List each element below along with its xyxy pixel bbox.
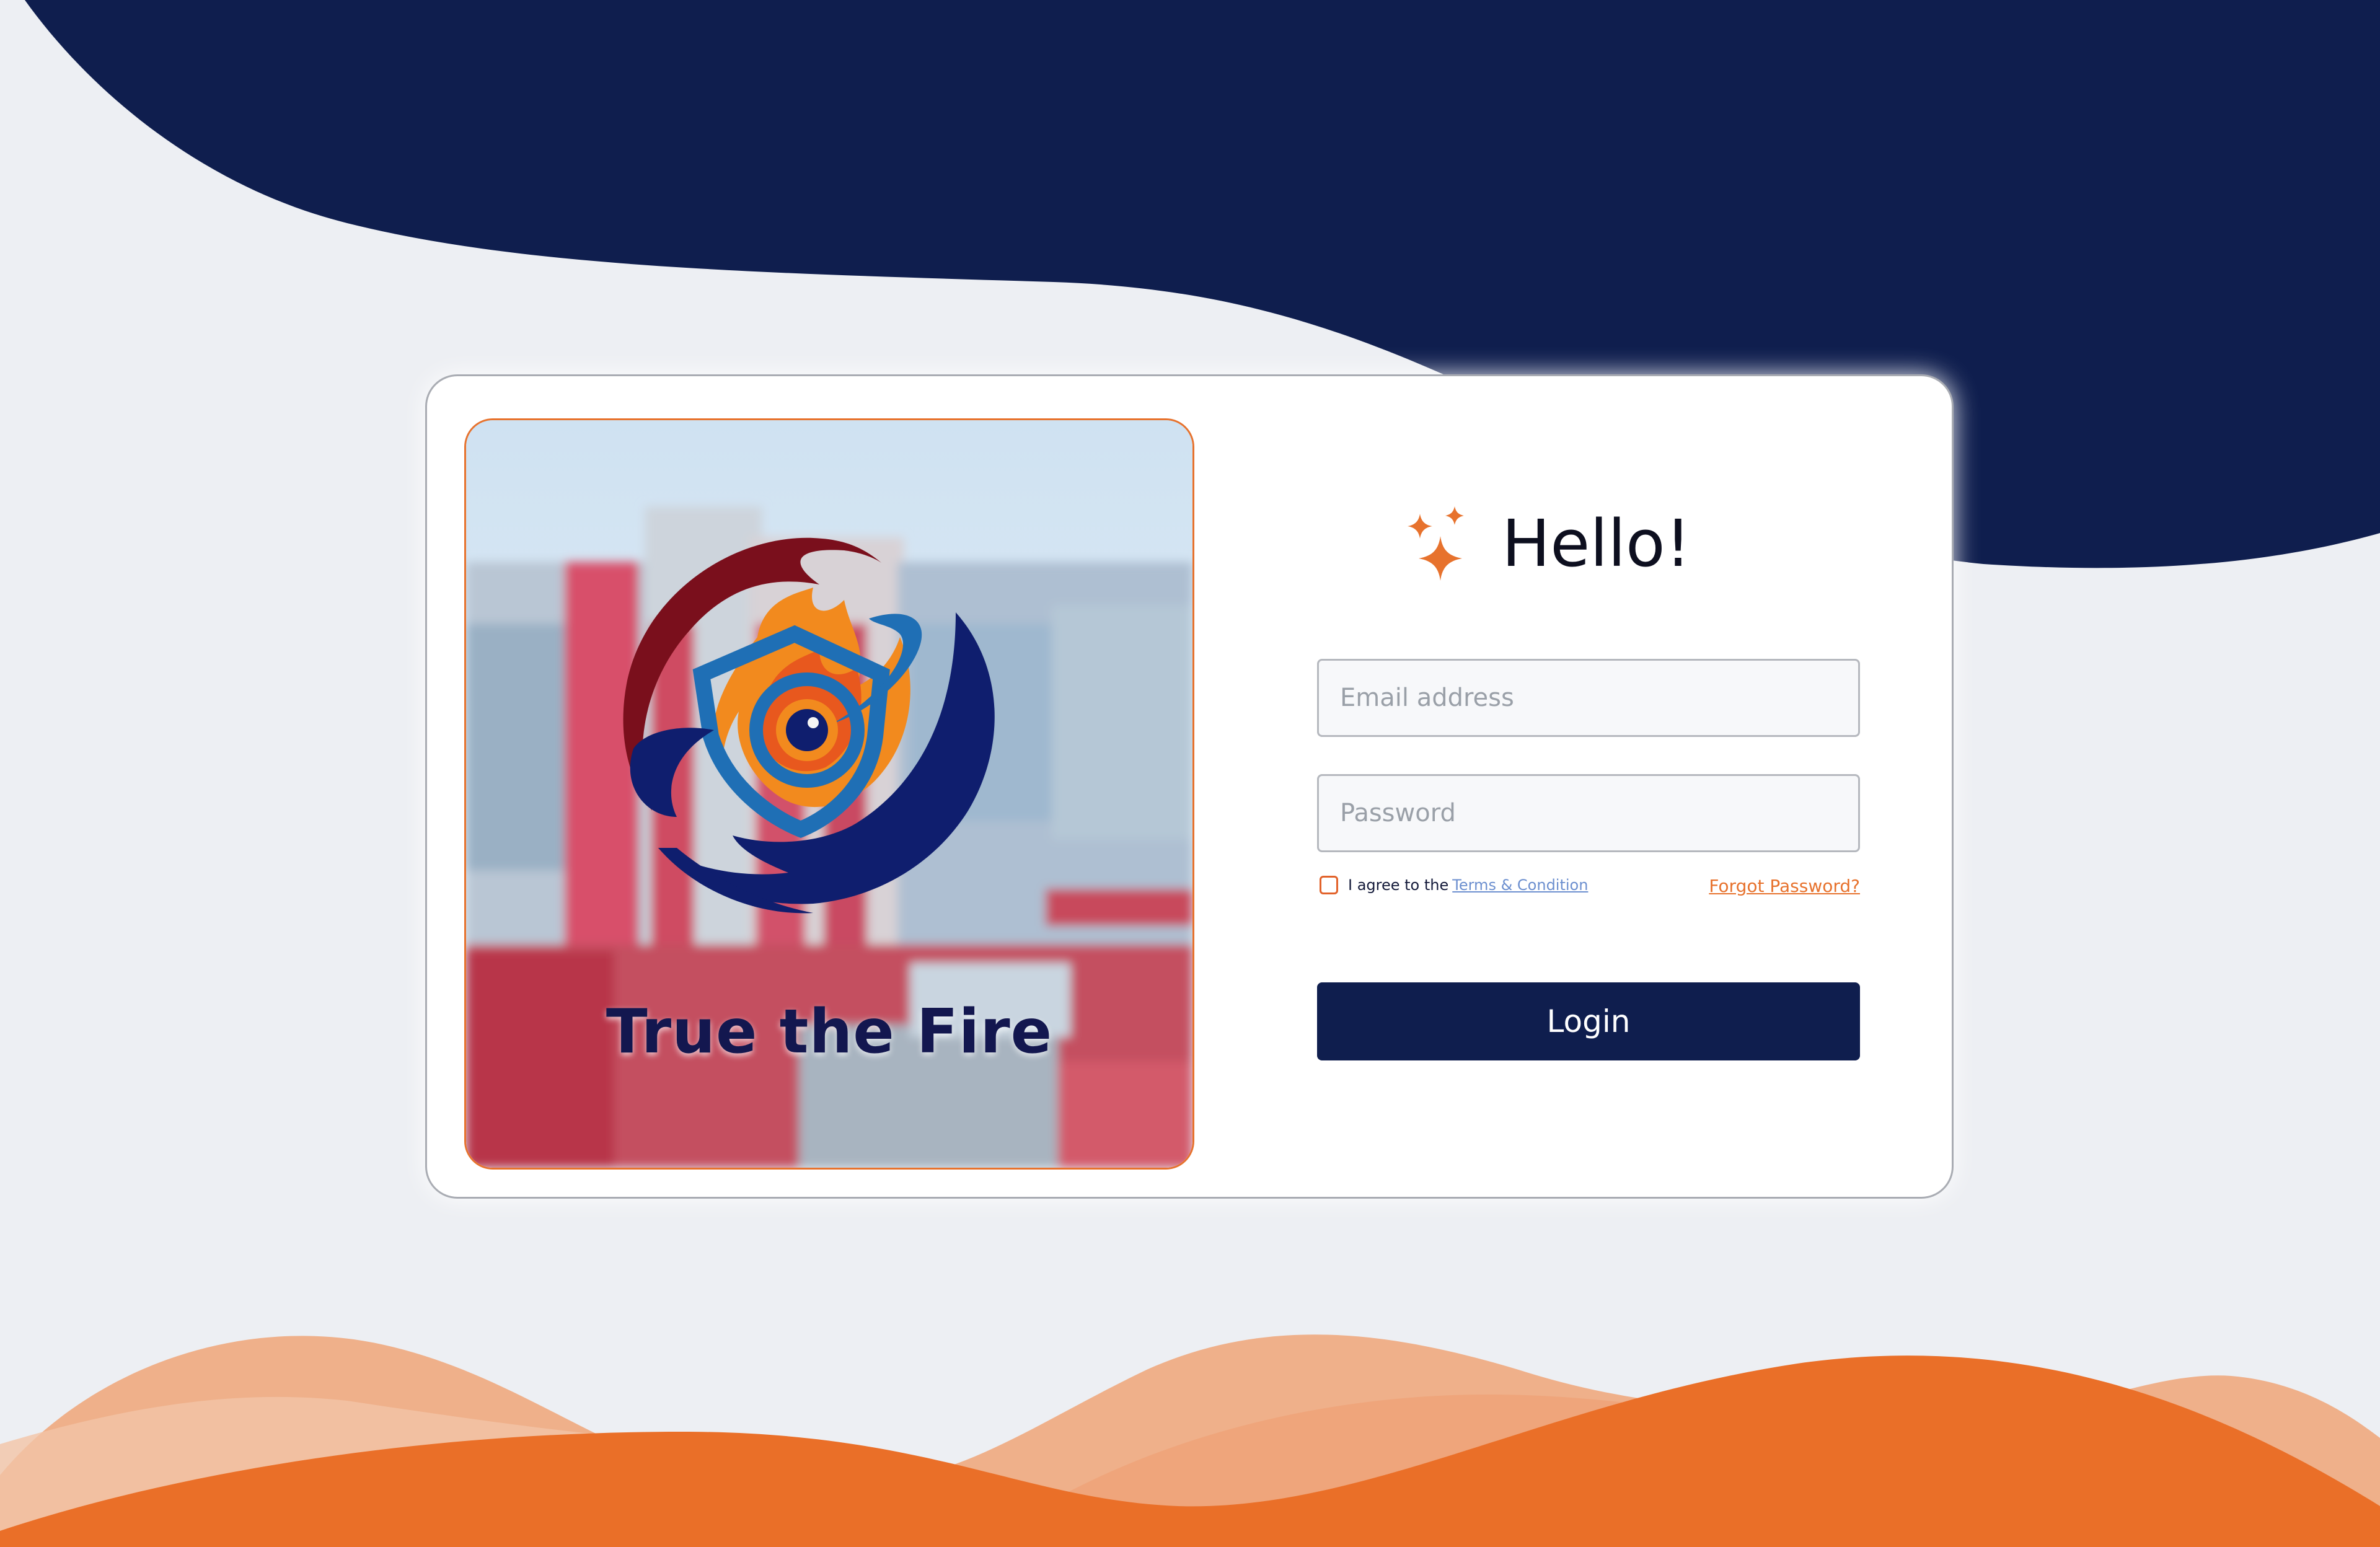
greeting-text: Hello! [1502, 506, 1691, 581]
sparkle-icon [1408, 506, 1464, 581]
agree-label: I agree to the [1348, 876, 1449, 894]
login-card: True the Fire Hello! I agree to the Term… [425, 374, 1954, 1199]
forgot-password-link[interactable]: Forgot Password? [1691, 876, 1860, 896]
brand-name: True the Fire [606, 997, 1053, 1067]
password-field[interactable] [1317, 774, 1860, 852]
email-field[interactable] [1317, 659, 1860, 737]
brand-image-panel: True the Fire [464, 418, 1194, 1170]
fire-shield-eye-logo [623, 537, 995, 914]
greeting-header: Hello! [1406, 500, 1691, 587]
agree-checkbox[interactable] [1320, 876, 1338, 894]
terms-link[interactable]: Terms & Condition [1452, 876, 1588, 894]
login-button[interactable]: Login [1317, 982, 1860, 1060]
terms-agreement: I agree to the Terms & Condition [1320, 876, 1588, 894]
